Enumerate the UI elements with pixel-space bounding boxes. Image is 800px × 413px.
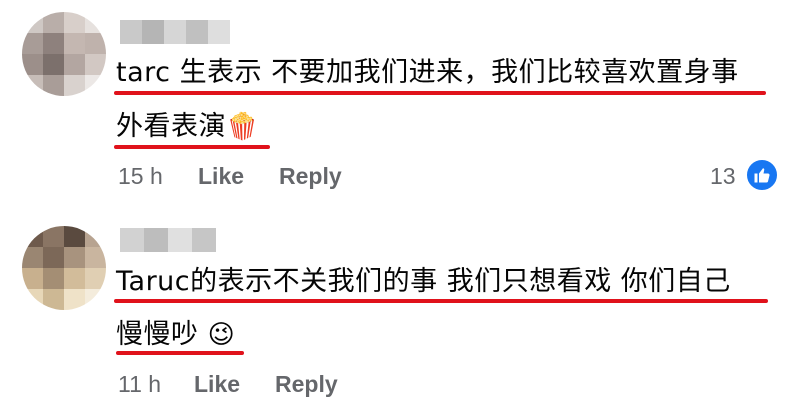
comment-text-line-2: 慢慢吵 😉	[116, 319, 236, 350]
comment-timestamp[interactable]: 11 h	[118, 371, 161, 398]
like-button[interactable]: Like	[194, 371, 240, 398]
commenter-avatar[interactable]	[22, 12, 106, 96]
commenter-avatar[interactable]	[22, 226, 106, 310]
comment-2: Taruc的表示不关我们的事 我们只想看戏 你们自己 慢慢吵 😉 11 h Li…	[0, 210, 800, 413]
red-underline	[114, 299, 768, 303]
thumbs-up-icon[interactable]	[745, 158, 779, 192]
reply-button[interactable]: Reply	[275, 371, 338, 398]
red-underline	[116, 351, 244, 355]
like-button[interactable]: Like	[198, 163, 244, 190]
reply-button[interactable]: Reply	[279, 163, 342, 190]
blurred-commenter-name[interactable]	[120, 228, 216, 252]
reaction-count[interactable]: 13	[710, 163, 736, 190]
comment-timestamp[interactable]: 15 h	[118, 163, 163, 190]
winking-face-emoji-icon: 😉	[207, 320, 236, 350]
comment-1: tarc 生表示 不要加我们进来，我们比较喜欢置身事 外看表演🍿 15 h Li…	[0, 0, 800, 210]
popcorn-emoji-icon: 🍿	[226, 112, 259, 142]
red-underline	[114, 145, 270, 149]
red-underline	[114, 91, 766, 95]
blurred-commenter-name[interactable]	[120, 20, 230, 44]
